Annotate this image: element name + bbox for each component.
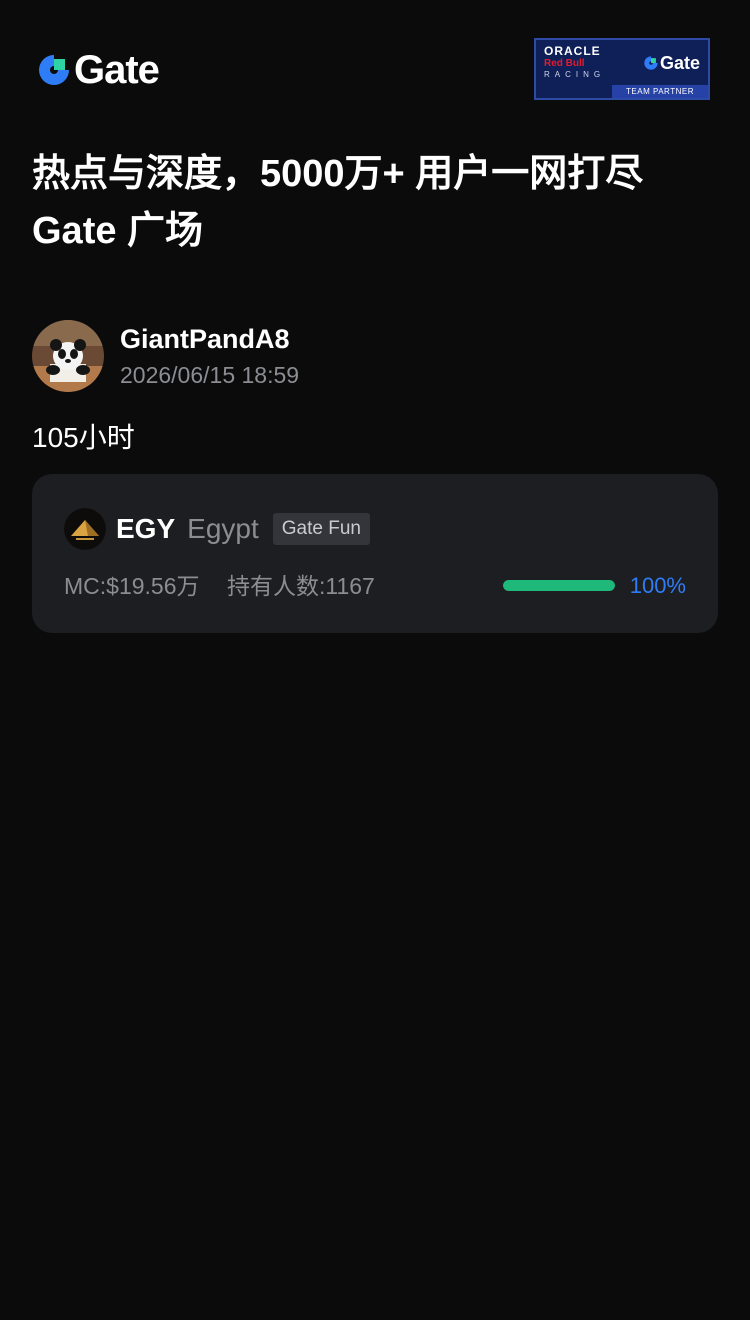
partner-gate-logo: Gate [643,53,700,73]
token-stats: MC:$19.56万 持有人数:1167 100% [64,570,686,602]
token-symbol: EGY [116,513,176,544]
partner-oracle-text: ORACLE [544,44,601,58]
post-timestamp: 2026/06/15 18:59 [120,362,300,388]
team-partner-label: TEAM PARTNER [612,85,708,98]
post-text: 105小时 [32,422,135,453]
headline-line-1: 热点与深度，5000万+ 用户一网打尽 [32,153,644,195]
token-card[interactable]: EGY Egypt Gate Fun MC:$19.56万 持有人数:1167 … [32,474,718,633]
partner-racing-logo: ORACLE Red Bull RACING [544,45,624,87]
partner-redbull-text: Red Bull [544,58,585,69]
gate-logo-icon [39,55,69,85]
token-name: Egypt [187,513,259,544]
token-tag: Gate Fun [272,513,370,545]
gate-logo-small-icon [644,56,658,70]
header: Gate ORACLE Red Bull RACING Gate TEAM PA… [36,38,710,102]
holder-count: 持有人数:1167 [227,573,375,599]
page: Gate ORACLE Red Bull RACING Gate TEAM PA… [0,0,750,1320]
headline-line-2: Gate 广场 [32,210,204,252]
gate-logo[interactable]: Gate [36,48,160,92]
author-info: GiantPandA8 2026/06/15 18:59 [120,322,299,390]
post-author[interactable]: GiantPandA8 2026/06/15 18:59 [32,320,299,392]
market-cap: MC:$19.56万 [64,573,200,599]
page-headline: 热点与深度，5000万+ 用户一网打尽 Gate 广场 [32,146,722,260]
progress-bar-fill [503,580,615,591]
progress-label: 100% [629,573,686,598]
author-name[interactable]: GiantPandA8 [120,322,299,356]
brand-wordmark: Gate [74,48,160,92]
partner-racing-text: RACING [544,70,606,79]
token-header: EGY Egypt Gate Fun [64,508,370,550]
partner-gate-text: Gate [659,53,700,73]
progress-bar [503,580,615,591]
team-partner-banner[interactable]: ORACLE Red Bull RACING Gate TEAM PARTNER [534,38,710,100]
avatar[interactable] [32,320,104,392]
pyramid-token-icon [64,508,106,550]
